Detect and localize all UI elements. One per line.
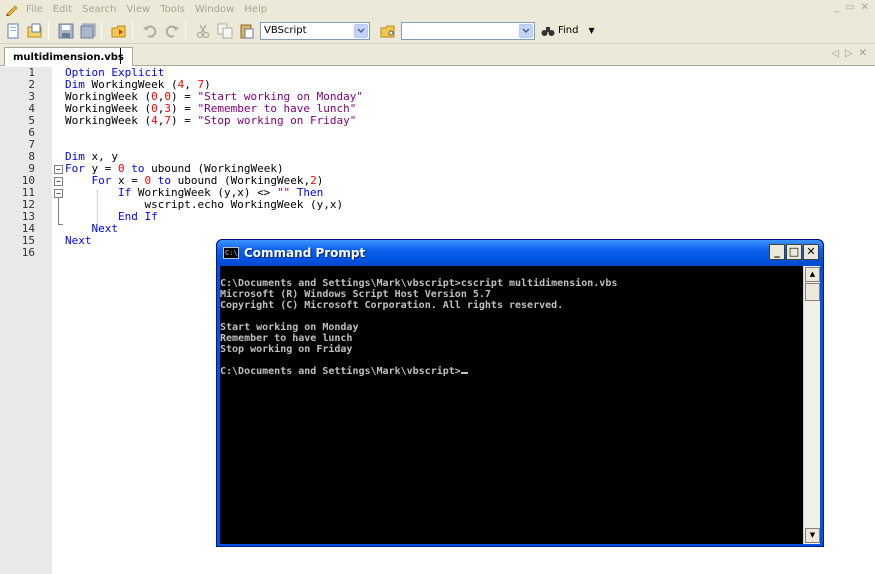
console-line: C:\Documents and Settings\Mark\vbscript> (220, 366, 617, 377)
search-combo-input[interactable] (401, 21, 535, 40)
menu-view[interactable]: View (121, 4, 155, 15)
redo-icon[interactable] (162, 21, 181, 40)
menu-file[interactable]: File (21, 4, 48, 15)
command-prompt-window[interactable]: C:\ Command Prompt _ □ ✕ C:\Documents an… (216, 239, 824, 547)
console-line: Copyright (C) Microsoft Corporation. All… (220, 300, 564, 311)
code-token: 4 (151, 114, 158, 127)
code-token: End If (117, 210, 158, 223)
tab-close-icon[interactable]: ✕ (859, 48, 867, 59)
minimize-button[interactable]: _ (769, 244, 785, 260)
folder-search-icon[interactable] (378, 21, 397, 40)
tab-multidimension[interactable]: multidimension.vbs (4, 47, 133, 66)
open-file-icon[interactable] (25, 21, 44, 40)
fold-collapse-icon[interactable]: − (54, 189, 63, 198)
tab-label: multidimension.vbs (13, 51, 124, 63)
menu-help[interactable]: Help (239, 4, 272, 15)
find-button-label: Find (558, 25, 579, 36)
console-line: C:\Documents and Settings\Mark\vbscript>… (220, 278, 618, 289)
find-button[interactable]: Find (541, 25, 579, 37)
vertical-scrollbar[interactable]: ▲ ▼ (803, 266, 820, 544)
paste-icon[interactable] (237, 21, 256, 40)
console-cursor (460, 372, 468, 374)
minimize-icon[interactable]: _ (834, 2, 839, 13)
menu-edit[interactable]: Edit (48, 4, 77, 15)
language-select[interactable]: VBScript (260, 21, 370, 40)
line-number: 16 (21, 246, 35, 259)
console-line: Remember to have lunch (220, 333, 353, 344)
menu-tools[interactable]: Tools (155, 4, 190, 15)
find-dropdown-icon[interactable]: ▼ (589, 26, 595, 35)
toolbar: VBScript Find ▼ (0, 18, 875, 44)
save-icon[interactable] (56, 21, 75, 40)
console-text: C:\Documents and Settings\Mark\vbscript>… (220, 278, 617, 377)
menu-search[interactable]: Search (77, 4, 121, 15)
menu-window[interactable]: Window (190, 4, 239, 15)
line-number-gutter: 1 2 3 4 5 6 7 8 9 10 11 12 13 14 15 16 − − − (0, 67, 63, 574)
chevron-down-icon[interactable] (354, 23, 368, 38)
code-token: WorkingWeek ( (65, 114, 152, 127)
close-button[interactable]: ✕ (803, 244, 819, 260)
restore-icon[interactable]: ▭ (845, 2, 854, 13)
close-icon[interactable]: ✕ (861, 2, 869, 13)
cut-icon[interactable] (193, 21, 212, 40)
code-token: Next (91, 222, 119, 235)
tab-left-icon[interactable]: ◁ (831, 48, 839, 59)
menu-bar: File Edit Search View Tools Window Help … (0, 0, 875, 18)
tab-controls: ◁ ▷ ✕ (831, 48, 867, 59)
chevron-down-icon[interactable] (519, 23, 533, 38)
console-line: Stop working on Friday (220, 344, 353, 355)
command-prompt-titlebar[interactable]: C:\ Command Prompt _ □ ✕ (217, 240, 823, 266)
fold-collapse-icon[interactable]: − (54, 165, 63, 174)
code-token: 7 (164, 114, 171, 127)
console-output[interactable]: C:\Documents and Settings\Mark\vbscript>… (220, 266, 820, 544)
new-file-icon[interactable] (3, 21, 22, 40)
open-folder-icon[interactable] (109, 21, 128, 40)
console-icon: C:\ (223, 247, 239, 259)
console-line: Microsoft (R) Windows Script Host Versio… (220, 289, 491, 300)
binoculars-icon (541, 26, 555, 36)
fold-collapse-icon[interactable]: − (54, 177, 63, 186)
command-prompt-title: Command Prompt (244, 246, 366, 260)
maximize-button[interactable]: □ (786, 244, 802, 260)
copy-icon[interactable] (215, 21, 234, 40)
language-select-value: VBScript (264, 25, 307, 36)
code-token: "Stop working on Friday" (197, 114, 357, 127)
tab-bar: multidimension.vbs ◁ ▷ ✕ (0, 44, 875, 66)
code-line: Next (65, 223, 363, 235)
pencil-app-icon (5, 3, 19, 16)
command-prompt-window-controls: _ □ ✕ (769, 244, 819, 260)
code-area[interactable]: Option Explicit Dim WorkingWeek (4, 7) Wor… (65, 67, 363, 259)
scroll-down-icon[interactable]: ▼ (805, 528, 820, 543)
scroll-thumb[interactable] (805, 283, 820, 301)
tab-right-icon[interactable]: ▷ (845, 48, 853, 59)
code-token: ) = (170, 114, 198, 127)
save-all-icon[interactable] (78, 21, 97, 40)
scroll-up-icon[interactable]: ▲ (805, 267, 820, 282)
editor-window-controls: _ ▭ ✕ (834, 2, 869, 13)
undo-icon[interactable] (140, 21, 159, 40)
console-line: Start working on Monday (220, 322, 359, 333)
code-line: WorkingWeek (4,7) = "Stop working on Fri… (65, 115, 363, 127)
